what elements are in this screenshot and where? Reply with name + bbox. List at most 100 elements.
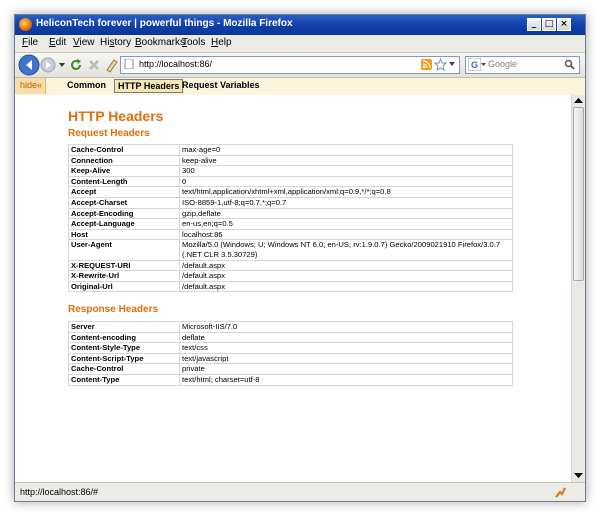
header-name: Cache-Control <box>68 144 180 156</box>
page-toolbar: hide « Common HTTP Headers Request Varia… <box>15 78 585 96</box>
menu-help[interactable]: Help <box>211 37 232 48</box>
scroll-up-icon[interactable] <box>574 97 583 105</box>
request-header-row: Accept-Encoding gzip,deflate <box>68 207 513 220</box>
request-header-row: Accept-Language en-us,en;q=0.5 <box>68 218 513 230</box>
title-bar: HeliconTech forever | powerful things - … <box>15 15 585 35</box>
header-name: Accept-Charset <box>68 196 180 209</box>
header-name: Accept-Encoding <box>68 207 180 220</box>
page-title: HTTP Headers <box>68 108 164 124</box>
header-name: Connection <box>68 154 180 167</box>
page-icon <box>124 59 134 69</box>
header-name: Accept <box>68 186 180 198</box>
request-header-row: Original-Url/default.aspx <box>68 280 513 293</box>
response-header-row: Content-Script-Type text/javascript <box>68 352 513 365</box>
header-value: 0 <box>179 175 513 188</box>
request-header-row: Cache-Control max-age=0 <box>68 144 513 156</box>
search-box[interactable]: G Google <box>465 56 580 74</box>
hide-button[interactable]: hide « <box>15 78 46 94</box>
url-bar[interactable]: http://localhost:86/ <box>120 56 460 74</box>
header-name: User-Agent <box>68 239 180 261</box>
header-name: Server <box>68 321 180 333</box>
status-text: http://localhost:86/# <box>20 487 99 497</box>
scrollbar-thumb[interactable] <box>573 107 584 281</box>
addon-icon[interactable] <box>554 486 567 499</box>
header-value: localhost:86 <box>179 228 513 241</box>
header-value: keep-alive <box>179 154 513 167</box>
forward-icon[interactable] <box>40 57 56 73</box>
maximize-icon[interactable]: □ <box>542 18 556 31</box>
search-placeholder: Google <box>488 59 518 69</box>
header-value: private <box>179 363 513 375</box>
url-text[interactable]: http://localhost:86/ <box>139 59 212 69</box>
header-name: Keep-Alive <box>68 165 180 177</box>
header-name: Host <box>68 228 180 241</box>
request-header-row: X-Rewrite-Url/default.aspx <box>68 270 513 282</box>
status-bar: http://localhost:86/# <box>15 482 585 501</box>
reload-icon[interactable] <box>68 57 84 73</box>
header-value: deflate <box>179 331 513 344</box>
header-value: text/javascript <box>179 352 513 365</box>
header-name: X-Rewrite-Url <box>68 270 180 282</box>
google-icon[interactable]: G <box>468 58 481 71</box>
menu-edit[interactable]: Edit <box>49 37 66 48</box>
header-value: ISO-8859-1,utf-8;q=0.7,*;q=0.7 <box>179 196 513 209</box>
header-name: Content-Script-Type <box>68 352 180 365</box>
response-headers-heading: Response Headers <box>68 304 159 315</box>
header-value: max-age=0 <box>179 144 513 156</box>
header-value: text/html; charset=utf-8 <box>179 373 513 386</box>
back-icon[interactable] <box>18 54 40 76</box>
search-icon[interactable] <box>564 59 575 70</box>
close-icon[interactable]: × <box>557 18 571 31</box>
menu-view[interactable]: View <box>73 37 95 48</box>
request-headers-table: Cache-Control max-age=0 Connection keep-ali… <box>68 144 513 293</box>
minimize-icon[interactable]: _ <box>527 18 541 31</box>
header-name: Content-Style-Type <box>68 342 180 354</box>
request-header-row: Connection keep-alive <box>68 154 513 167</box>
tab-common[interactable]: Common <box>67 80 106 90</box>
engine-dropdown-icon[interactable] <box>481 63 486 67</box>
header-name: X-REQUEST-URI <box>68 259 180 272</box>
svg-text:G: G <box>471 60 478 70</box>
navigation-toolbar: http://localhost:86/ G Google <box>15 53 585 78</box>
url-dropdown-icon[interactable] <box>449 62 456 68</box>
response-header-row: Cache-Control private <box>68 363 513 375</box>
menu-bookmarks[interactable]: Bookmarks <box>135 37 185 48</box>
header-value: /default.aspx <box>179 270 513 282</box>
page-viewport: HTTP Headers Request Headers Cache-Contr… <box>15 95 571 482</box>
history-dropdown-icon[interactable] <box>58 61 66 69</box>
request-header-row: Content-Length 0 <box>68 175 513 188</box>
header-value: /default.aspx <box>179 280 513 293</box>
response-header-row: Content-Style-Type text/css <box>68 342 513 354</box>
response-header-row: Content-encoding deflate <box>68 331 513 344</box>
star-icon[interactable] <box>434 58 447 71</box>
vertical-scrollbar[interactable] <box>571 95 585 482</box>
header-value: text/css <box>179 342 513 354</box>
header-value: 300 <box>179 165 513 177</box>
tab-request-variables[interactable]: Request Variables <box>182 80 260 90</box>
rss-icon[interactable] <box>421 59 432 70</box>
response-header-row: Content-Type text/html; charset=utf-8 <box>68 373 513 386</box>
request-header-row: Host localhost:86 <box>68 228 513 241</box>
request-header-row: Accept text/html,application/xhtml+xml,ap… <box>68 186 513 198</box>
browser-window: HeliconTech forever | powerful things - … <box>14 14 586 502</box>
menu-tools[interactable]: Tools <box>182 37 205 48</box>
scroll-down-icon[interactable] <box>574 472 583 480</box>
tab-http-headers[interactable]: HTTP Headers <box>114 79 184 93</box>
header-value: Microsoft-IIS/7.0 <box>179 321 513 333</box>
menu-history[interactable]: History <box>100 37 131 48</box>
home-icon[interactable] <box>104 57 120 73</box>
header-name: Content-encoding <box>68 331 180 344</box>
header-name: Cache-Control <box>68 363 180 375</box>
menu-file[interactable]: File <box>22 37 38 48</box>
header-value: gzip,deflate <box>179 207 513 220</box>
stop-icon[interactable] <box>86 57 102 73</box>
header-value: /default.aspx <box>179 259 513 272</box>
request-header-row: Keep-Alive 300 <box>68 165 513 177</box>
header-name: Accept-Language <box>68 218 180 230</box>
request-header-row: User-Agent Mozilla/5.0 (Windows; U; Windo… <box>68 239 513 261</box>
request-headers-heading: Request Headers <box>68 128 150 139</box>
header-value: text/html,application/xhtml+xml,applicat… <box>179 186 513 198</box>
header-value: en-us,en;q=0.5 <box>179 218 513 230</box>
header-name: Content-Type <box>68 373 180 386</box>
header-name: Original-Url <box>68 280 180 293</box>
